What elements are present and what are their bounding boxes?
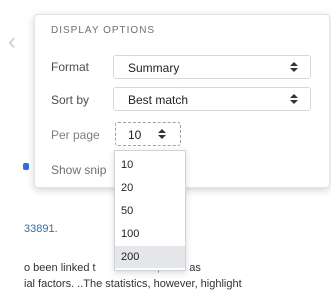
- per-page-option[interactable]: 100: [115, 223, 185, 245]
- sort-by-label: Sort by: [51, 93, 90, 107]
- select-caret-icon: [290, 94, 298, 106]
- chevron-left-icon[interactable]: ‹: [8, 28, 22, 56]
- per-page-option[interactable]: 20: [115, 177, 185, 199]
- format-value: Summary: [128, 61, 180, 75]
- per-page-option-highlighted[interactable]: 200: [115, 246, 185, 268]
- per-page-option[interactable]: 10: [115, 154, 185, 176]
- per-page-label: Per page: [51, 128, 100, 142]
- result-snippet-line: ial factors. ..The statistics, however, …: [24, 278, 242, 290]
- show-snippets-label: Show snip: [51, 163, 107, 177]
- per-page-value: 10: [128, 128, 142, 142]
- per-page-dropdown: 10 20 50 100 200: [114, 150, 186, 271]
- per-page-select[interactable]: 10: [115, 122, 181, 146]
- result-id[interactable]: 33891.: [24, 223, 58, 235]
- panel-title: DISPLAY OPTIONS: [51, 25, 156, 36]
- per-page-option[interactable]: 50: [115, 200, 185, 222]
- select-caret-icon: [158, 129, 166, 141]
- page: ‹ 33891. o been linked tors, such as ial…: [0, 0, 331, 291]
- sort-by-value: Best match: [128, 93, 189, 107]
- link-icon[interactable]: [23, 163, 29, 170]
- sort-by-select[interactable]: Best match: [113, 87, 311, 111]
- format-label: Format: [51, 60, 90, 74]
- format-select[interactable]: Summary: [113, 55, 311, 79]
- select-caret-icon: [290, 62, 298, 74]
